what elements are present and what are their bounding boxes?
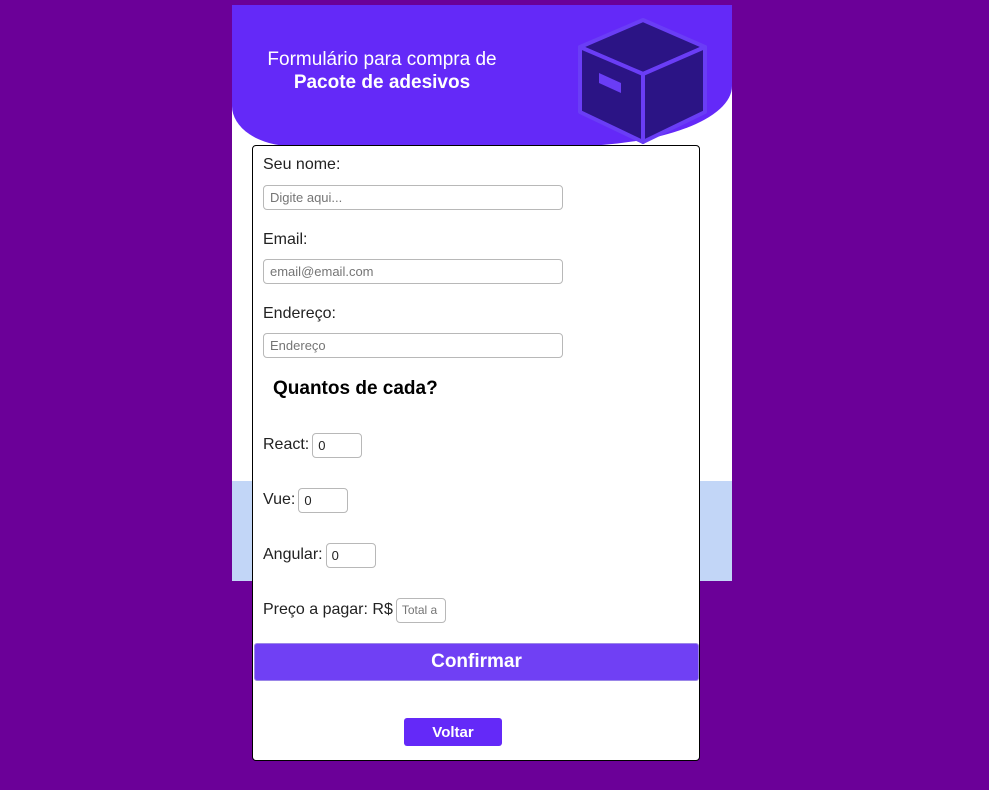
react-row: React: xyxy=(263,432,363,458)
title-line-2: Pacote de adesivos xyxy=(293,72,471,93)
quantity-section-title: Quantos de cada? xyxy=(273,378,438,399)
total-price-input[interactable] xyxy=(395,597,446,623)
title-line-1: Formulário para compra de xyxy=(267,49,497,70)
name-label: Seu nome: xyxy=(263,156,341,173)
price-row: Preço a pagar: R$ xyxy=(263,597,446,623)
angular-label: Angular: xyxy=(263,546,323,563)
vue-quantity-input[interactable] xyxy=(298,487,349,513)
name-input[interactable] xyxy=(263,185,563,210)
package-box-icon xyxy=(578,18,707,144)
address-label: Endereço: xyxy=(263,305,336,322)
email-label: Email: xyxy=(263,231,308,248)
angular-row: Angular: xyxy=(263,542,376,568)
back-button[interactable]: Voltar xyxy=(404,718,502,746)
vue-row: Vue: xyxy=(263,487,349,513)
price-label: Preço a pagar: R$ xyxy=(263,601,393,618)
header-banner: Formulário para compra de Pacote de ades… xyxy=(232,5,732,146)
confirm-button[interactable]: Confirmar xyxy=(254,643,699,681)
vue-label: Vue: xyxy=(263,491,296,508)
react-label: React: xyxy=(263,436,310,453)
purchase-form: Seu nome: Email: Endereço: Quantos de ca… xyxy=(252,145,700,761)
address-input[interactable] xyxy=(263,333,563,358)
angular-quantity-input[interactable] xyxy=(325,542,376,568)
react-quantity-input[interactable] xyxy=(312,432,363,458)
email-input[interactable] xyxy=(263,259,563,284)
page-title: Formulário para compra de Pacote de ades… xyxy=(232,48,532,94)
